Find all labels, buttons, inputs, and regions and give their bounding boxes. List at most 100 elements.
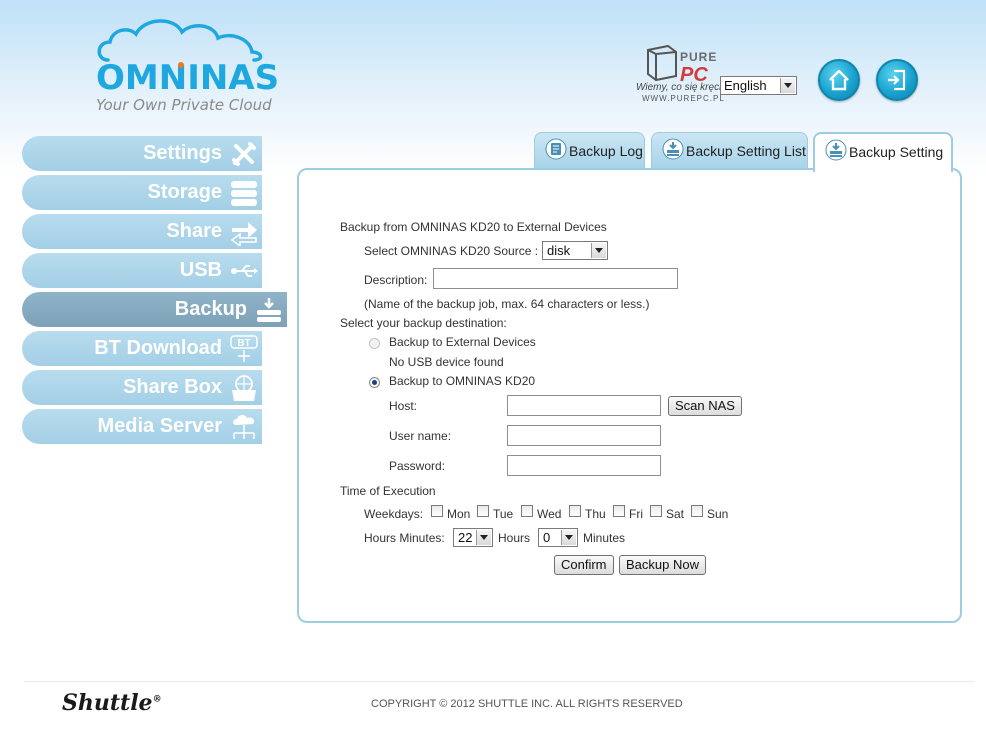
weekday-label-wed: Wed xyxy=(537,507,562,521)
option-nas-label: Backup to OMNINAS KD20 xyxy=(389,374,536,388)
tab-backup-setting[interactable]: Backup Setting xyxy=(813,132,953,172)
option-external-label: Backup to External Devices xyxy=(389,335,536,349)
minutes-value: 0 xyxy=(543,530,551,545)
storage-icon xyxy=(230,179,258,207)
weekday-checkbox-sun[interactable] xyxy=(691,505,703,517)
shuttle-logo-text: Shuttle xyxy=(62,690,153,716)
sidebar-item-settings[interactable]: Settings xyxy=(22,136,262,171)
weekday-label-thu: Thu xyxy=(585,507,606,521)
logout-icon xyxy=(888,69,906,91)
watermark-slogan: Wiemy, co się kręci xyxy=(636,82,722,93)
log-book-icon xyxy=(545,138,567,160)
chevron-down-icon[interactable] xyxy=(591,243,606,258)
backup-now-button[interactable]: Backup Now xyxy=(619,555,706,575)
backup-setting-panel: Backup from OMNINAS KD20 to External Dev… xyxy=(297,168,962,623)
watermark-name: PURE xyxy=(680,50,718,64)
weekday-label-tue: Tue xyxy=(493,507,514,521)
weekday-checkbox-mon[interactable] xyxy=(431,505,443,517)
footer-divider xyxy=(24,681,974,682)
weekday-label-mon: Mon xyxy=(447,507,471,521)
brand-tagline: Your Own Private Cloud xyxy=(96,96,272,114)
language-value: English xyxy=(724,78,767,93)
sidebar-item-bt-download[interactable]: BT Download BT xyxy=(22,331,262,366)
purepc-watermark: PURE PC Wiemy, co się kręci WWW.PUREPC.P… xyxy=(636,44,736,104)
sidebar-item-label: USB xyxy=(179,259,222,281)
source-value: disk xyxy=(547,243,571,258)
language-select[interactable]: English xyxy=(720,76,797,95)
minutes-select[interactable]: 0 xyxy=(538,528,578,547)
weekday-label-sun: Sun xyxy=(707,507,729,521)
chevron-down-icon[interactable] xyxy=(476,530,491,545)
destination-title: Select your backup destination: xyxy=(340,316,507,330)
sidebar-item-label: Backup xyxy=(174,298,247,320)
download-list-icon xyxy=(662,138,684,160)
section-title: Backup from OMNINAS KD20 to External Dev… xyxy=(340,220,607,234)
tab-label: Backup Log xyxy=(569,143,643,159)
description-input[interactable] xyxy=(433,268,678,289)
hours-value: 22 xyxy=(458,530,473,545)
tab-label: Backup Setting List xyxy=(686,143,806,159)
weekday-label-sat: Sat xyxy=(666,507,685,521)
media-server-icon xyxy=(230,413,258,441)
sidebar-item-media-server[interactable]: Media Server xyxy=(22,409,262,444)
tab-backup-log[interactable]: Backup Log xyxy=(534,132,645,169)
sidebar-item-label: Share xyxy=(166,220,222,242)
sidebar-item-label: Settings xyxy=(143,142,222,164)
home-icon xyxy=(829,69,849,91)
logout-button[interactable] xyxy=(876,59,918,101)
description-hint: (Name of the backup job, max. 64 charact… xyxy=(364,297,650,311)
sidebar-item-label: Media Server xyxy=(97,415,222,437)
sidebar-item-usb[interactable]: USB xyxy=(22,253,262,288)
sidebar-item-storage[interactable]: Storage xyxy=(22,175,262,210)
radio-omninas-kd20[interactable] xyxy=(369,377,380,388)
host-input[interactable] xyxy=(507,395,661,416)
weekday-checkbox-tue[interactable] xyxy=(477,505,489,517)
sidebar-item-share-box[interactable]: Share Box xyxy=(22,370,262,405)
chevron-down-icon[interactable] xyxy=(561,530,576,545)
watermark-site: WWW.PUREPC.PL xyxy=(642,94,725,103)
computer-case-icon xyxy=(647,44,677,82)
sidebar-nav: Settings Storage Share USB Backup BT Dow… xyxy=(22,136,292,448)
usb-icon xyxy=(230,257,258,285)
source-label: Select OMNINAS KD20 Source : xyxy=(364,244,539,258)
share-arrows-icon xyxy=(230,218,258,248)
source-select[interactable]: disk xyxy=(542,241,608,260)
tab-label: Backup Setting xyxy=(849,144,944,160)
sidebar-item-share[interactable]: Share xyxy=(22,214,262,249)
weekday-checkbox-thu[interactable] xyxy=(569,505,581,517)
logo-dot xyxy=(178,62,184,68)
home-button[interactable] xyxy=(818,59,860,101)
weekday-checkbox-sat[interactable] xyxy=(650,505,662,517)
scan-nas-button[interactable]: Scan NAS xyxy=(668,396,742,416)
confirm-button[interactable]: Confirm xyxy=(554,555,614,575)
share-box-icon xyxy=(230,374,258,402)
hours-unit-label: Hours xyxy=(498,531,531,545)
sidebar-item-label: BT Download xyxy=(94,337,222,359)
time-title: Time of Execution xyxy=(340,484,436,498)
weekdays-label: Weekdays: xyxy=(364,507,424,521)
trademark-symbol: ® xyxy=(152,694,162,705)
sidebar-item-label: Share Box xyxy=(123,376,222,398)
chevron-down-icon[interactable] xyxy=(780,78,795,93)
omninas-logo: OMNINAS Your Own Private Cloud xyxy=(94,16,279,114)
copyright-text: COPYRIGHT © 2012 SHUTTLE INC. ALL RIGHTS… xyxy=(371,698,683,710)
minutes-unit-label: Minutes xyxy=(583,531,626,545)
sidebar-item-backup[interactable]: Backup xyxy=(22,292,287,327)
brand-name: OMNINAS xyxy=(96,58,280,98)
shuttle-logo: Shuttle® xyxy=(62,690,162,716)
weekday-checkbox-fri[interactable] xyxy=(613,505,625,517)
tools-icon xyxy=(230,140,258,168)
bt-download-icon: BT xyxy=(230,335,258,363)
tab-backup-setting-list[interactable]: Backup Setting List xyxy=(651,132,808,169)
radio-external-devices[interactable] xyxy=(369,338,380,349)
description-label: Description: xyxy=(364,273,428,287)
password-input[interactable] xyxy=(507,455,661,476)
sidebar-item-label: Storage xyxy=(147,181,222,203)
backup-icon xyxy=(255,296,283,324)
weekday-checkbox-wed[interactable] xyxy=(521,505,533,517)
username-input[interactable] xyxy=(507,425,661,446)
hours-minutes-label: Hours Minutes: xyxy=(364,531,445,545)
hours-select[interactable]: 22 xyxy=(453,528,493,547)
password-label: Password: xyxy=(389,459,446,473)
host-label: Host: xyxy=(389,399,418,413)
